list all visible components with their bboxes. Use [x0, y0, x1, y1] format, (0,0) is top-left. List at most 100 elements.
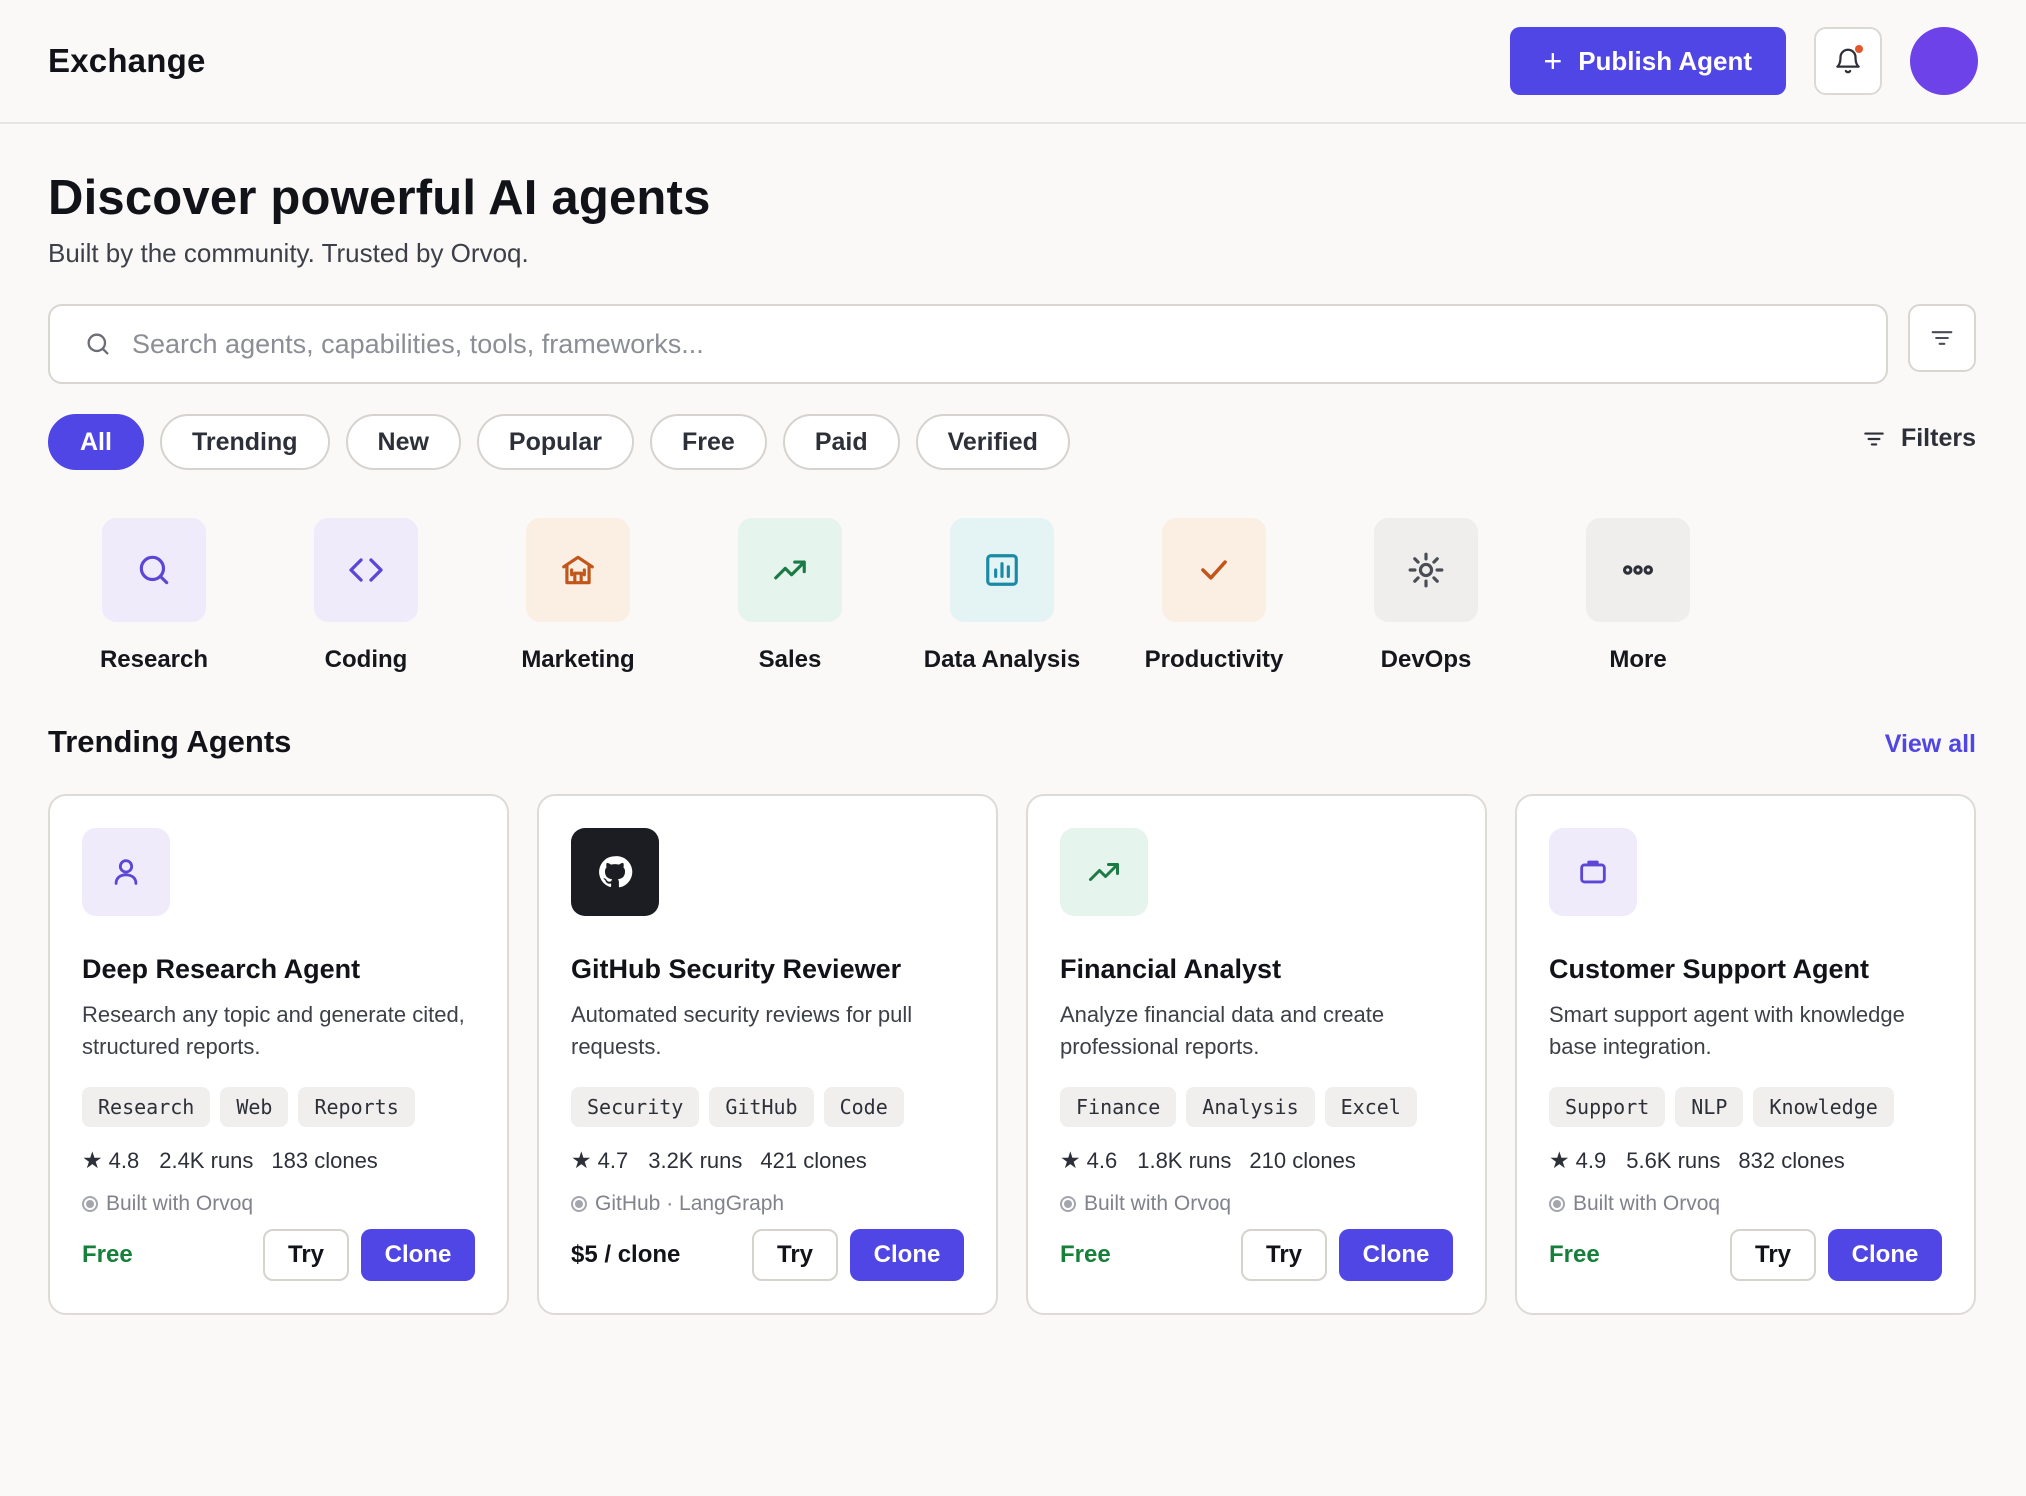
agent-source: Built with Orvoq — [1549, 1192, 1942, 1216]
agent-runs: 3.2K runs — [648, 1147, 743, 1173]
top-actions: + Publish Agent — [1509, 27, 1978, 95]
category-tile — [1374, 518, 1478, 622]
category-devops[interactable]: DevOps — [1320, 518, 1532, 674]
card-actions: Try Clone — [1241, 1229, 1453, 1281]
card-actions: Try Clone — [1730, 1229, 1942, 1281]
agent-stats: ★ 4.6 1.8K runs 210 clones — [1060, 1147, 1453, 1174]
agent-price: Free — [82, 1241, 133, 1268]
star-icon: ★ — [1060, 1147, 1081, 1173]
top-bar: Exchange + Publish Agent — [0, 0, 2026, 124]
agent-tags: Security GitHub Code — [571, 1087, 964, 1127]
chip-all[interactable]: All — [48, 414, 144, 470]
category-tile — [738, 518, 842, 622]
agent-source-label: GitHub · LangGraph — [595, 1192, 785, 1215]
code-icon — [349, 558, 383, 582]
agent-rating: 4.8 — [108, 1147, 140, 1173]
search-icon — [87, 333, 109, 355]
category-coding[interactable]: Coding — [260, 518, 472, 674]
category-productivity[interactable]: Productivity — [1108, 518, 1320, 674]
agent-card[interactable]: Customer Support Agent Smart support age… — [1515, 794, 1976, 1315]
category-label: Marketing — [521, 646, 635, 673]
category-label: Coding — [324, 646, 408, 673]
agent-card-footer: Free Try Clone — [1060, 1229, 1453, 1281]
agent-icon-tile — [571, 828, 659, 916]
category-row: Research Coding Marketing Sales Data Ana… — [48, 518, 1744, 674]
agent-card-footer: Free Try Clone — [82, 1229, 475, 1281]
chip-free[interactable]: Free — [650, 414, 767, 470]
agent-source-label: Built with Orvoq — [1084, 1192, 1232, 1215]
clone-button[interactable]: Clone — [850, 1229, 964, 1281]
category-tile — [314, 518, 418, 622]
agent-tags: Support NLP Knowledge — [1549, 1087, 1942, 1127]
agent-card[interactable]: Deep Research Agent Research any topic a… — [48, 794, 509, 1315]
try-button[interactable]: Try — [1730, 1229, 1816, 1281]
chip-popular[interactable]: Popular — [476, 414, 634, 470]
agent-card[interactable]: Financial Analyst Analyze financial data… — [1026, 794, 1487, 1315]
category-label: DevOps — [1380, 646, 1472, 673]
agent-description: Automated security reviews for pull requ… — [571, 1002, 913, 1059]
search-input[interactable] — [132, 328, 1832, 360]
view-all-link[interactable]: View all — [1885, 730, 1976, 759]
briefcase-icon — [1580, 860, 1606, 884]
user-avatar[interactable] — [1910, 27, 1978, 95]
chip-verified[interactable]: Verified — [915, 414, 1070, 470]
try-button[interactable]: Try — [263, 1229, 349, 1281]
agent-tags: Research Web Reports — [82, 1087, 475, 1127]
chip-trending[interactable]: Trending — [159, 414, 330, 470]
tag: Reports — [298, 1087, 415, 1127]
filter-lines-icon — [1864, 432, 1884, 445]
category-marketing[interactable]: Marketing — [472, 518, 684, 674]
filters-label: Filters — [1900, 424, 1976, 452]
github-icon — [599, 856, 633, 888]
user-icon — [114, 859, 138, 885]
agent-runs: 5.6K runs — [1626, 1147, 1721, 1173]
filter-lines-icon — [1931, 331, 1953, 345]
tag: GitHub — [709, 1087, 814, 1127]
agent-stats: ★ 4.9 5.6K runs 832 clones — [1549, 1147, 1942, 1174]
plus-icon: + — [1543, 43, 1563, 79]
try-button[interactable]: Try — [752, 1229, 838, 1281]
category-label: Sales — [758, 646, 822, 673]
brand-title: Exchange — [48, 42, 206, 79]
agent-source: Built with Orvoq — [1060, 1192, 1453, 1216]
filters-button[interactable]: Filters — [1861, 424, 1976, 453]
category-sales[interactable]: Sales — [684, 518, 896, 674]
category-tile — [1586, 518, 1690, 622]
category-tile — [950, 518, 1054, 622]
clone-button[interactable]: Clone — [361, 1229, 475, 1281]
filter-options-button[interactable] — [1908, 304, 1976, 372]
clone-button[interactable]: Clone — [1828, 1229, 1942, 1281]
category-tile — [1162, 518, 1266, 622]
agent-card[interactable]: GitHub Security Reviewer Automated secur… — [537, 794, 998, 1315]
tag: Security — [571, 1087, 700, 1127]
agent-clones: 183 clones — [271, 1147, 378, 1173]
category-research[interactable]: Research — [48, 518, 260, 674]
category-label: Research — [99, 646, 209, 673]
category-label: Data Analysis — [923, 646, 1081, 673]
agent-card-footer: $5 / clone Try Clone — [571, 1229, 964, 1281]
agent-stats: ★ 4.7 3.2K runs 421 clones — [571, 1147, 964, 1174]
check-icon — [1201, 560, 1227, 580]
page-subtitle: Built by the community. Trusted by Orvoq… — [48, 238, 529, 268]
star-icon: ★ — [82, 1147, 103, 1173]
agent-rating: 4.6 — [1086, 1147, 1118, 1173]
source-dot-icon — [82, 1196, 98, 1212]
clone-button[interactable]: Clone — [1339, 1229, 1453, 1281]
agent-clones: 210 clones — [1249, 1147, 1356, 1173]
tag: Research — [82, 1087, 211, 1127]
agent-title: Deep Research Agent — [82, 954, 361, 984]
trending-up-icon — [1089, 863, 1119, 881]
category-tile — [526, 518, 630, 622]
agent-tags: Finance Analysis Excel — [1060, 1087, 1453, 1127]
chip-new[interactable]: New — [345, 414, 461, 470]
notifications-button[interactable] — [1814, 27, 1882, 95]
agent-description: Smart support agent with knowledge base … — [1549, 1002, 1905, 1059]
publish-agent-button[interactable]: + Publish Agent — [1509, 27, 1786, 95]
category-data-analysis[interactable]: Data Analysis — [896, 518, 1108, 674]
category-more[interactable]: More — [1532, 518, 1744, 674]
try-button[interactable]: Try — [1241, 1229, 1327, 1281]
agent-card-footer: Free Try Clone — [1549, 1229, 1942, 1281]
tag: NLP — [1675, 1087, 1744, 1127]
chip-paid[interactable]: Paid — [782, 414, 900, 470]
more-icon — [1622, 565, 1654, 575]
